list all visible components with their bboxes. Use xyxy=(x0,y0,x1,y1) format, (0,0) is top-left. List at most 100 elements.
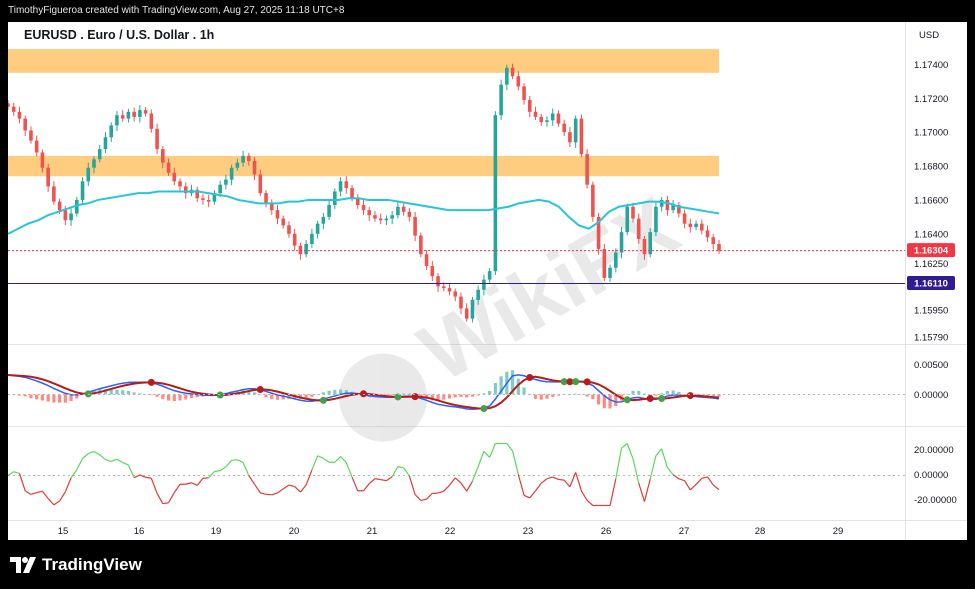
oscillator-segment xyxy=(64,477,72,493)
candle-body xyxy=(229,167,234,180)
oscillator-segment xyxy=(88,450,95,455)
candle-body xyxy=(436,276,440,287)
oscillator-segment xyxy=(661,448,668,468)
candle-body xyxy=(533,111,538,117)
oscillator-segment xyxy=(437,490,444,494)
candle-body xyxy=(447,288,452,292)
macd-histogram-bar xyxy=(46,394,50,402)
candle-body xyxy=(80,181,85,200)
candle-body xyxy=(149,113,154,129)
oscillator-segment xyxy=(546,476,553,480)
candle-body xyxy=(338,181,343,192)
macd-histogram-bar xyxy=(660,393,664,395)
chart-area[interactable]: WikiFX USD 1.17400 1.17200 1.17000 1.16800 1… xyxy=(8,22,967,540)
candle-body xyxy=(579,118,584,155)
macd-histogram-bar xyxy=(40,394,45,401)
candle-body xyxy=(23,118,28,131)
oscillator-segment xyxy=(260,492,267,495)
footer-brand[interactable]: TradingView xyxy=(42,555,142,575)
oscillator-segment xyxy=(701,476,708,479)
candle-body xyxy=(327,205,331,217)
symbol-title[interactable]: EURUSD . Euro / U.S. Dollar . 1h xyxy=(24,28,214,42)
oscillator-segment xyxy=(82,453,89,459)
price-tick: 1.17400 xyxy=(914,60,948,71)
resistance-zone-lower[interactable] xyxy=(8,155,719,177)
macd-histogram-bar xyxy=(52,394,56,403)
oscillator-segment xyxy=(254,483,261,494)
oscillator-segment xyxy=(265,493,272,496)
oscillator-segment xyxy=(288,484,295,488)
macd-histogram-bar xyxy=(579,394,583,395)
candle-body xyxy=(281,218,286,226)
oscillator-segment xyxy=(511,450,519,475)
candle-body xyxy=(539,116,544,122)
candle-body xyxy=(161,149,165,163)
oscillator-segment xyxy=(569,472,577,488)
macd-histogram-bar xyxy=(327,390,331,395)
macd-histogram-bar xyxy=(465,394,469,398)
candle-body xyxy=(682,213,687,224)
candle-body xyxy=(298,245,303,255)
price-tick: 1.17000 xyxy=(914,128,948,139)
macd-histogram-bar xyxy=(447,394,452,399)
macd-histogram-bar xyxy=(608,394,612,409)
candle-body xyxy=(86,167,91,182)
oscillator-segment xyxy=(655,448,663,457)
oscillator-segment xyxy=(368,478,376,485)
candle-body xyxy=(373,215,377,219)
macd-histogram-bar xyxy=(442,394,446,400)
oscillator-segment xyxy=(615,448,623,480)
oscillator-segment xyxy=(351,476,359,492)
candle-body xyxy=(585,154,589,185)
candle-body xyxy=(424,254,429,267)
candle-body xyxy=(287,225,291,234)
macd-histogram-bar xyxy=(637,390,641,395)
candle-body xyxy=(493,115,498,272)
candle-body xyxy=(315,223,320,234)
oscillator-segment xyxy=(466,480,473,492)
macd-cross-dot xyxy=(526,373,534,381)
oscillator-segment xyxy=(374,478,381,481)
time-tick: 20 xyxy=(289,526,300,537)
oscillator-segment xyxy=(414,494,422,501)
candle-body xyxy=(413,216,417,236)
oscillator-segment xyxy=(173,483,181,493)
oscillator-segment xyxy=(386,476,393,482)
macd-histogram-bar xyxy=(63,394,67,403)
candle-body xyxy=(57,201,62,211)
macd-histogram-bar xyxy=(178,394,182,401)
candle-body xyxy=(510,67,515,77)
time-axis-ticks: 15 16 19 20 21 22 23 26 27 28 29 xyxy=(58,526,844,537)
oscillator-segment xyxy=(563,479,571,488)
oscillator-tick: 20.00000 xyxy=(914,445,954,456)
candle-body xyxy=(206,199,211,202)
candle-body xyxy=(636,218,641,239)
oscillator-segment xyxy=(489,443,496,458)
oscillator-segment xyxy=(191,482,198,486)
oscillator-segment xyxy=(580,490,588,501)
candle-body xyxy=(562,123,566,133)
resistance-zone-upper[interactable] xyxy=(8,49,719,73)
oscillator-segment xyxy=(168,492,175,504)
oscillator-segment xyxy=(133,474,141,479)
candle-body xyxy=(608,267,612,278)
candle-body xyxy=(459,296,463,309)
oscillator-segment xyxy=(638,482,646,502)
candle-body xyxy=(602,249,607,278)
oscillator-segment xyxy=(110,458,118,463)
candle-body xyxy=(367,210,372,216)
oscillator-segment xyxy=(397,466,404,469)
candle-body xyxy=(247,155,251,161)
macd-histogram-bar xyxy=(109,389,113,395)
macd-histogram-bar xyxy=(149,394,153,396)
chart-canvas[interactable]: WikiFX USD 1.174001.172001.170001.168001… xyxy=(8,22,967,540)
candle-body xyxy=(46,167,50,187)
macd-cross-dot xyxy=(583,378,591,386)
candle-body xyxy=(470,299,475,319)
candle-body xyxy=(464,308,469,319)
candle-body xyxy=(688,223,693,228)
macd-histogram-bar xyxy=(172,394,176,402)
candle-body xyxy=(717,244,721,251)
oscillator-segment xyxy=(70,469,78,479)
macd-cross-dot xyxy=(623,396,631,404)
